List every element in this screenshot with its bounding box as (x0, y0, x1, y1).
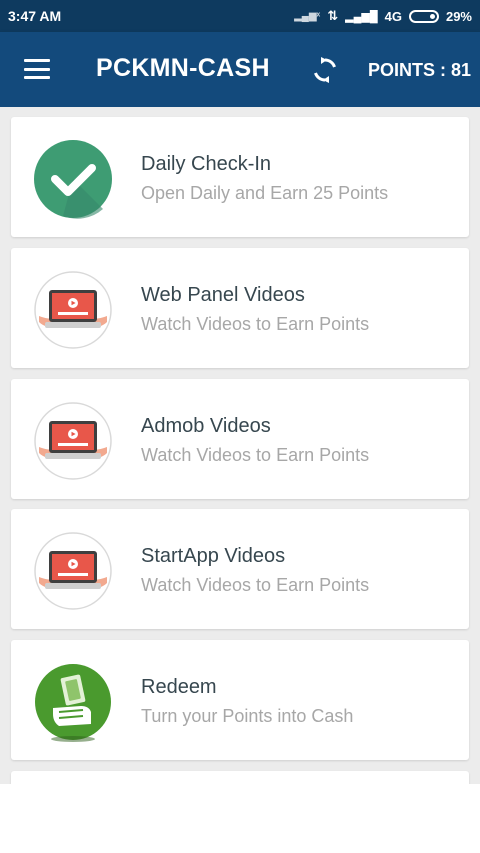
app-bar: PCKMN-CASH POINTS : 81 (0, 32, 480, 107)
wifi-off-icon: ▂▄▆ˣ (294, 10, 321, 22)
status-time: 3:47 AM (8, 8, 62, 24)
battery-icon (408, 9, 439, 23)
next-item-card[interactable] (11, 771, 469, 784)
item-title: Admob Videos (141, 415, 271, 437)
item-subtitle: Watch Videos to Earn Points (141, 575, 370, 595)
app-title: PCKMN-CASH (96, 54, 270, 82)
startapp-videos-card[interactable]: StartApp Videos Watch Videos to Earn Poi… (11, 509, 469, 629)
item-title: Redeem (141, 676, 217, 698)
item-subtitle: Open Daily and Earn 25 Points (141, 183, 389, 203)
signal-icon: ▂▄▆█ (345, 10, 378, 23)
bottom-area (0, 784, 480, 853)
redeem-card[interactable]: Redeem Turn your Points into Cash (11, 640, 469, 760)
menu-icon[interactable] (24, 59, 50, 79)
video-laptop-icon (34, 532, 112, 610)
item-subtitle: Turn your Points into Cash (141, 706, 354, 726)
daily-checkin-card[interactable]: Daily Check-In Open Daily and Earn 25 Po… (11, 117, 469, 237)
status-indicators: ▂▄▆ˣ ⇅ ▂▄▆█ 4G 29% (294, 8, 472, 24)
item-title: StartApp Videos (141, 545, 286, 567)
points-counter: POINTS : 81 (368, 60, 472, 80)
item-title: Daily Check-In (141, 153, 272, 175)
admob-videos-card[interactable]: Admob Videos Watch Videos to Earn Points (11, 379, 469, 499)
status-bar: 3:47 AM ▂▄▆ˣ ⇅ ▂▄▆█ 4G 29% (0, 0, 480, 32)
cash-hand-icon (35, 664, 111, 742)
checkmark-icon (34, 140, 112, 219)
network-type: 4G (384, 8, 402, 24)
item-subtitle: Watch Videos to Earn Points (141, 445, 370, 465)
video-laptop-icon (34, 271, 112, 349)
item-subtitle: Watch Videos to Earn Points (141, 314, 370, 334)
web-panel-videos-card[interactable]: Web Panel Videos Watch Videos to Earn Po… (11, 248, 469, 368)
video-laptop-icon (34, 402, 112, 480)
refresh-icon[interactable] (311, 56, 339, 84)
battery-percent: 29% (445, 8, 472, 24)
menu-list: Daily Check-In Open Daily and Earn 25 Po… (0, 107, 480, 784)
data-transfer-icon: ⇅ (327, 8, 339, 23)
item-title: Web Panel Videos (141, 284, 305, 306)
